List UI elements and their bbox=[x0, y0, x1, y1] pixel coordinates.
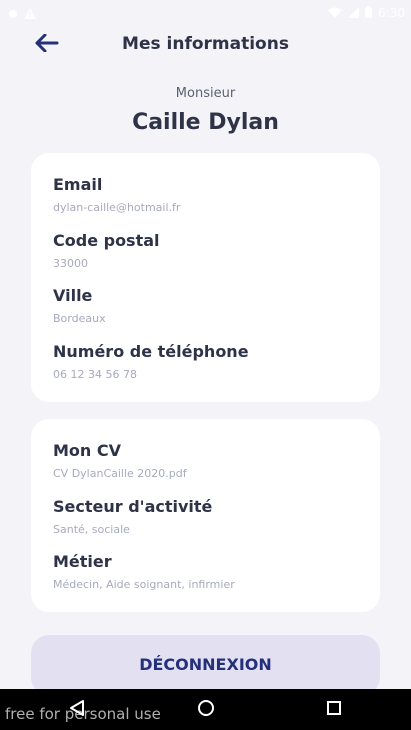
logout-label: DÉCONNEXION bbox=[139, 654, 272, 674]
job-value: Médecin, Aide soignant, infirmier bbox=[53, 578, 235, 591]
warning-icon bbox=[24, 4, 36, 23]
page-title: Mes informations bbox=[122, 34, 289, 54]
status-bar: 6:30 bbox=[0, 0, 411, 24]
status-time: 6:30 bbox=[378, 5, 405, 20]
status-left bbox=[8, 4, 36, 23]
sector-value: Santé, sociale bbox=[53, 523, 130, 536]
nav-back-button[interactable] bbox=[66, 699, 88, 721]
cv-value[interactable]: CV DylanCaille 2020.pdf bbox=[53, 467, 187, 480]
battery-icon bbox=[365, 3, 373, 22]
status-right: 6:30 bbox=[328, 3, 405, 22]
professional-info-card: Mon CV CV DylanCaille 2020.pdf Secteur d… bbox=[31, 419, 380, 612]
cv-label: Mon CV bbox=[53, 441, 121, 460]
header: Mes informations bbox=[0, 24, 411, 66]
logout-button[interactable]: DÉCONNEXION bbox=[31, 635, 380, 695]
nav-recents-button[interactable] bbox=[323, 699, 345, 721]
personal-info-card: Email dylan-caille@hotmail.fr Code posta… bbox=[31, 153, 380, 402]
email-label: Email bbox=[53, 175, 103, 194]
city-label: Ville bbox=[53, 286, 93, 305]
notification-dot-icon bbox=[8, 4, 18, 23]
signal-icon bbox=[348, 3, 360, 22]
postal-code-label: Code postal bbox=[53, 231, 160, 250]
postal-code-value: 33000 bbox=[53, 257, 88, 270]
sector-label: Secteur d'activité bbox=[53, 497, 213, 516]
nav-home-button[interactable] bbox=[195, 699, 217, 721]
nav-bar: free for personal use bbox=[0, 689, 411, 730]
back-triangle-icon bbox=[69, 699, 85, 721]
recents-square-icon bbox=[326, 700, 342, 720]
phone-label: Numéro de téléphone bbox=[53, 342, 249, 361]
city-value: Bordeaux bbox=[53, 312, 106, 325]
home-circle-icon bbox=[197, 699, 215, 721]
screen: 6:30 Mes informations Monsieur Caille Dy… bbox=[0, 0, 411, 730]
phone-value: 06 12 34 56 78 bbox=[53, 368, 137, 381]
user-full-name: Caille Dylan bbox=[132, 110, 279, 135]
email-value: dylan-caille@hotmail.fr bbox=[53, 201, 181, 214]
job-label: Métier bbox=[53, 552, 112, 571]
civility-label: Monsieur bbox=[175, 86, 236, 101]
wifi-icon bbox=[328, 3, 343, 22]
